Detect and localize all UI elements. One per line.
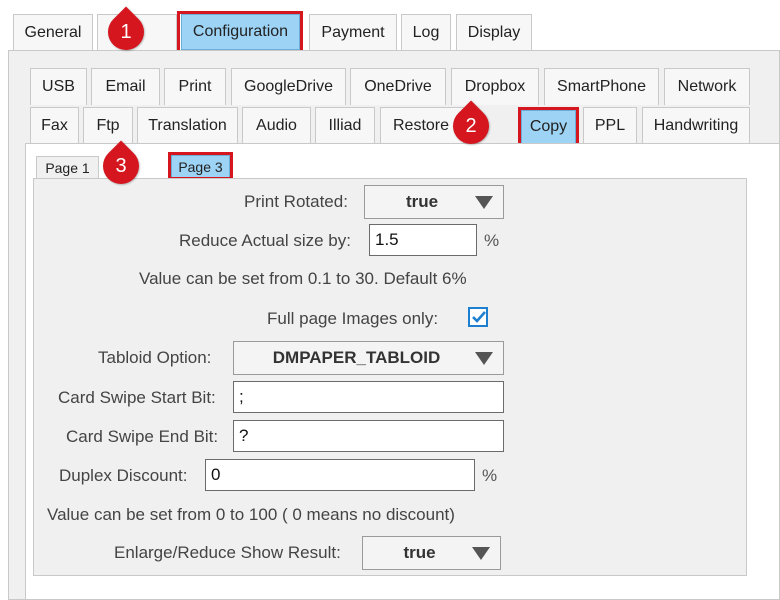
tab-onedrive[interactable]: OneDrive [350,68,446,105]
tab-fax[interactable]: Fax [30,107,79,144]
duplex-discount-hint: Value can be set from 0 to 100 ( 0 means… [47,505,455,524]
duplex-discount-unit: % [482,466,498,485]
tab-payment[interactable]: Payment [309,14,397,50]
enlarge-reduce-select[interactable]: true [362,536,501,570]
tab-log[interactable]: Log [401,14,451,50]
checkmark-icon [472,311,486,323]
tab-page-3[interactable]: Page 3 [171,155,230,178]
tab-dropbox[interactable]: Dropbox [451,68,539,105]
card-swipe-start-label: Card Swipe Start Bit: [58,388,216,407]
tab-copy[interactable]: Copy [521,110,576,144]
tab-general[interactable]: General [13,14,93,50]
tab-translation[interactable]: Translation [137,107,238,144]
print-rotated-select[interactable]: true [364,185,504,219]
tab-display[interactable]: Display [456,14,532,50]
tab-print[interactable]: Print [164,68,226,105]
card-swipe-end-label: Card Swipe End Bit: [66,427,219,446]
card-swipe-end-input[interactable]: ? [233,420,504,452]
tab-network[interactable]: Network [664,68,750,105]
chevron-down-icon [475,196,493,209]
tab-illiad[interactable]: Illiad [315,107,375,144]
full-page-images-label: Full page Images only: [267,309,439,328]
reduce-size-label: Reduce Actual size by: [179,231,351,250]
duplex-discount-input[interactable]: 0 [205,459,475,491]
print-rotated-label: Print Rotated: [244,192,348,211]
full-page-images-checkbox[interactable] [468,307,488,327]
tabloid-option-select[interactable]: DMPAPER_TABLOID [233,341,504,375]
tab-smartphone[interactable]: SmartPhone [544,68,659,105]
reduce-size-hint: Value can be set from 0.1 to 30. Default… [139,269,467,288]
tab-restore[interactable]: Restore [380,107,464,144]
enlarge-reduce-label: Enlarge/Reduce Show Result: [114,543,341,562]
reduce-size-unit: % [484,231,500,250]
reduce-size-input[interactable]: 1.5 [369,224,477,256]
tab-page-1[interactable]: Page 1 [36,156,99,178]
tab-configuration[interactable]: Configuration [181,14,300,50]
duplex-discount-label: Duplex Discount: [59,466,188,485]
tab-email[interactable]: Email [91,68,160,105]
chevron-down-icon [472,547,490,560]
card-swipe-start-input[interactable]: ; [233,381,504,413]
tab-ftp[interactable]: Ftp [83,107,133,144]
tab-audio[interactable]: Audio [242,107,311,144]
tab-googledrive[interactable]: GoogleDrive [231,68,346,105]
chevron-down-icon [475,352,493,365]
tabloid-option-value: DMPAPER_TABLOID [272,348,441,367]
tab-ppl[interactable]: PPL [583,107,637,144]
tabloid-option-label: Tabloid Option: [98,348,212,367]
tab-usb[interactable]: USB [30,68,87,105]
tab-handwriting[interactable]: Handwriting [642,107,750,144]
